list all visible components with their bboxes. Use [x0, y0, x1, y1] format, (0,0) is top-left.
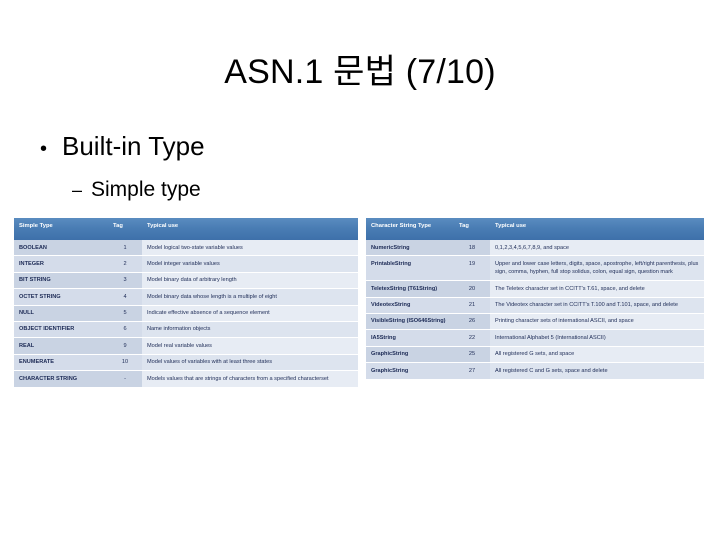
column-header-character-string-type: Character String Type	[366, 218, 454, 240]
cell-tag: 2	[108, 255, 142, 273]
bullet-marker-icon: •	[40, 138, 48, 160]
table-header-row: Character String Type Tag Typical use	[366, 218, 704, 240]
cell-typical-use: The Videotex character set in CCITT's T.…	[490, 297, 704, 314]
cell-type-name: VideotexString	[366, 297, 454, 314]
cell-type-name: ENUMERATE	[14, 354, 108, 372]
cell-tag: 18	[454, 240, 490, 257]
cell-typical-use: Model logical two-state variable values	[142, 240, 358, 257]
page-title: ASN.1 문법 (7/10)	[224, 53, 496, 91]
cell-typical-use: Models values that are strings of charac…	[142, 370, 358, 388]
bullet-level1-label: Built-in Type	[62, 131, 205, 161]
cell-tag: 20	[454, 280, 490, 298]
bullet-built-in-type: • Built-in Type	[40, 131, 205, 162]
table-row: OCTET STRING 4 Model binary data whose len…	[14, 288, 358, 306]
cell-type-name: VisibleString (ISO646String)	[366, 313, 454, 331]
cell-typical-use: All registered G sets, and space	[490, 346, 704, 364]
table-row: VisibleString (ISO646String) 26 Printing c…	[366, 313, 704, 331]
cell-tag: 25	[454, 346, 490, 364]
cell-tag: 27	[454, 362, 490, 380]
table-row: INTEGER 2 Model integer variable values	[14, 255, 358, 273]
table-row: PrintableString 19 Upper and lower case le…	[366, 255, 704, 282]
table-header-row: Simple Type Tag Typical use	[14, 218, 358, 240]
cell-tag: 1	[108, 240, 142, 257]
cell-type-name: PrintableString	[366, 255, 454, 282]
table-row: NumericString 18 0,1,2,3,4,5,6,7,8,9, and …	[366, 240, 704, 257]
table-row: ENUMERATE 10 Model values of variables wit…	[14, 354, 358, 372]
cell-typical-use: Model binary data whose length is a mult…	[142, 288, 358, 306]
cell-type-name: CHARACTER STRING	[14, 370, 108, 388]
cell-tag: -	[108, 370, 142, 388]
column-header-typical-use: Typical use	[490, 218, 704, 240]
cell-typical-use: All registered C and G sets, space and d…	[490, 362, 704, 380]
cell-typical-use: International Alphabet 5 (International …	[490, 329, 704, 347]
simple-type-table: Simple Type Tag Typical use BOOLEAN 1 Mode…	[14, 218, 358, 388]
cell-typical-use: Indicate effective absence of a sequence…	[142, 305, 358, 322]
cell-tag: 4	[108, 288, 142, 306]
cell-typical-use: Upper and lower case letters, digits, sp…	[490, 255, 704, 282]
cell-type-name: NumericString	[366, 240, 454, 257]
cell-tag: 5	[108, 305, 142, 322]
cell-typical-use: Model real variable values	[142, 337, 358, 355]
cell-type-name: REAL	[14, 337, 108, 355]
table-row: BOOLEAN 1 Model logical two-state variable…	[14, 240, 358, 257]
table-row: REAL 9 Model real variable values	[14, 337, 358, 355]
cell-tag: 10	[108, 354, 142, 372]
cell-type-name: BOOLEAN	[14, 240, 108, 257]
table-row: BIT STRING 3 Model binary data of arbitrar…	[14, 272, 358, 290]
cell-tag: 6	[108, 321, 142, 339]
cell-tag: 22	[454, 329, 490, 347]
bullet-level2-label: Simple type	[91, 178, 201, 201]
cell-type-name: OBJECT IDENTIFIER	[14, 321, 108, 339]
table-row: CHARACTER STRING - Models values that are …	[14, 370, 358, 388]
cell-typical-use: 0,1,2,3,4,5,6,7,8,9, and space	[490, 240, 704, 257]
table-row: GraphicString 25 All registered G sets, an…	[366, 346, 704, 364]
column-header-simple-type: Simple Type	[14, 218, 108, 240]
dash-marker-icon: –	[72, 180, 83, 200]
cell-type-name: NULL	[14, 305, 108, 322]
cell-type-name: INTEGER	[14, 255, 108, 273]
cell-typical-use: Model binary data of arbitrary length	[142, 272, 358, 290]
cell-typical-use: Model integer variable values	[142, 255, 358, 273]
cell-type-name: IA5String	[366, 329, 454, 347]
cell-tag: 26	[454, 313, 490, 331]
cell-tag: 3	[108, 272, 142, 290]
cell-type-name: BIT STRING	[14, 272, 108, 290]
column-header-typical-use: Typical use	[142, 218, 358, 240]
cell-tag: 9	[108, 337, 142, 355]
table-row: TeletexString (T61String) 20 The Teletex c…	[366, 280, 704, 298]
column-header-tag: Tag	[108, 218, 142, 240]
table-row: IA5String 22 International Alphabet 5 (Int…	[366, 329, 704, 347]
character-string-table: Character String Type Tag Typical use Nu…	[366, 218, 704, 380]
table-row: NULL 5 Indicate effective absence of a seq…	[14, 305, 358, 322]
cell-typical-use: Name information objects	[142, 321, 358, 339]
table-row: OBJECT IDENTIFIER 6 Name information objec…	[14, 321, 358, 339]
table-row: VideotexString 21 The Videotex character s…	[366, 297, 704, 314]
cell-type-name: OCTET STRING	[14, 288, 108, 306]
cell-type-name: GraphicString	[366, 362, 454, 380]
cell-type-name: GraphicString	[366, 346, 454, 364]
cell-typical-use: Model values of variables with at least …	[142, 354, 358, 372]
cell-typical-use: The Teletex character set in CCITT's T.6…	[490, 280, 704, 298]
cell-typical-use: Printing character sets of international…	[490, 313, 704, 331]
cell-tag: 19	[454, 255, 490, 282]
table-row: GraphicString 27 All registered C and G se…	[366, 362, 704, 380]
column-header-tag: Tag	[454, 218, 490, 240]
cell-type-name: TeletexString (T61String)	[366, 280, 454, 298]
bullet-simple-type: – Simple type	[72, 178, 201, 202]
cell-tag: 21	[454, 297, 490, 314]
